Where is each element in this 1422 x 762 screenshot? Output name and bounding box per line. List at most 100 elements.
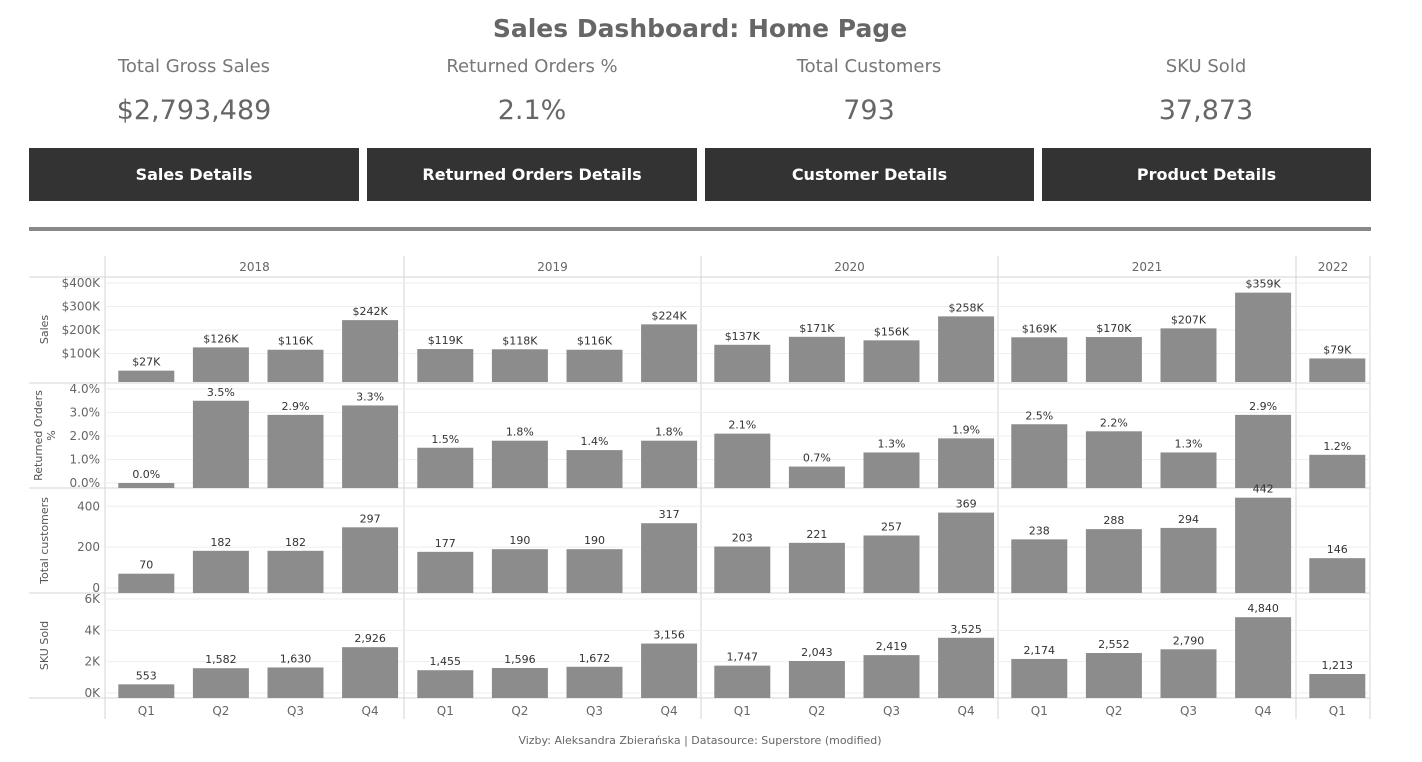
bar <box>1235 292 1292 382</box>
y-axis-title: SKU Sold <box>38 621 51 670</box>
bar <box>118 370 175 382</box>
data-label: 1,630 <box>280 652 312 665</box>
bar <box>641 324 698 382</box>
bar <box>267 349 324 382</box>
y-tick-label: 400 <box>77 499 100 513</box>
bar <box>641 643 698 698</box>
data-label: 1.4% <box>581 435 609 448</box>
data-label: 1.5% <box>431 433 459 446</box>
year-header-label: 2022 <box>1318 260 1349 274</box>
bar <box>714 665 771 698</box>
bar <box>1160 649 1217 698</box>
bar <box>1011 539 1068 593</box>
data-label: 2.5% <box>1025 409 1053 422</box>
bar <box>863 535 920 593</box>
data-label: $258K <box>948 301 984 314</box>
data-label: $359K <box>1245 278 1281 291</box>
bar <box>342 320 399 382</box>
year-header-label: 2021 <box>1132 260 1163 274</box>
x-tick-label: Q1 <box>437 704 454 718</box>
data-label: 553 <box>136 669 157 682</box>
data-label: 1.3% <box>1175 437 1203 450</box>
bar <box>1011 658 1068 698</box>
data-label: 1,582 <box>205 653 237 666</box>
data-label: 177 <box>435 537 456 550</box>
x-tick-label: Q1 <box>1329 704 1346 718</box>
bar <box>192 347 249 382</box>
data-label: 1.3% <box>878 437 906 450</box>
y-tick-label: 2.0% <box>70 429 101 443</box>
bar <box>863 655 920 698</box>
bar <box>566 549 623 593</box>
data-label: 2,043 <box>801 646 833 659</box>
bar <box>1309 358 1366 382</box>
data-label: 146 <box>1327 543 1348 556</box>
bar <box>1160 328 1217 382</box>
x-tick-label: Q3 <box>586 704 603 718</box>
data-label: 4,840 <box>1247 602 1279 615</box>
y-tick-label: 200 <box>77 540 100 554</box>
data-label: $207K <box>1171 313 1207 326</box>
data-label: $242K <box>352 305 388 318</box>
x-tick-label: Q2 <box>1105 704 1122 718</box>
data-label: 2.9% <box>282 400 310 413</box>
data-label: 1.2% <box>1323 440 1351 453</box>
x-tick-label: Q4 <box>362 704 379 718</box>
bar <box>1085 337 1142 382</box>
data-label: 3,156 <box>653 629 685 642</box>
data-label: 442 <box>1253 483 1274 496</box>
bar <box>267 550 324 593</box>
data-label: 182 <box>210 536 231 549</box>
x-tick-label: Q1 <box>138 704 155 718</box>
data-label: 1,672 <box>579 652 611 665</box>
data-label: 2,174 <box>1024 644 1056 657</box>
bar <box>342 405 399 488</box>
bar <box>566 450 623 488</box>
bar <box>1309 558 1366 593</box>
bar <box>714 344 771 382</box>
data-label: 70 <box>139 559 153 572</box>
bar <box>118 483 175 488</box>
year-header-label: 2019 <box>537 260 568 274</box>
bar <box>491 549 548 593</box>
bar <box>566 349 623 382</box>
bar <box>1011 337 1068 382</box>
data-label: 1,213 <box>1322 659 1354 672</box>
data-label: 1,747 <box>727 651 759 664</box>
bar <box>1160 452 1217 488</box>
data-label: 294 <box>1178 513 1199 526</box>
data-label: 2.2% <box>1100 416 1128 429</box>
y-tick-label: 1.0% <box>70 453 101 467</box>
data-label: 3.3% <box>356 390 384 403</box>
data-label: 257 <box>881 520 902 533</box>
bar <box>1309 673 1366 698</box>
data-label: $116K <box>278 335 314 348</box>
data-label: $137K <box>725 330 761 343</box>
x-tick-label: Q4 <box>661 704 678 718</box>
y-axis-title: Total customers <box>38 497 51 585</box>
bar <box>863 340 920 382</box>
x-tick-label: Q2 <box>212 704 229 718</box>
bar <box>566 666 623 698</box>
x-tick-label: Q3 <box>1180 704 1197 718</box>
bar <box>788 542 845 593</box>
bar <box>1085 653 1142 698</box>
data-label: $27K <box>132 356 161 369</box>
bar <box>417 349 474 382</box>
y-tick-label: 0K <box>84 686 101 700</box>
bar <box>863 452 920 488</box>
data-label: 2,926 <box>354 632 386 645</box>
bar <box>1309 454 1366 488</box>
bar <box>1235 617 1292 698</box>
bar <box>491 667 548 698</box>
data-label: 190 <box>509 534 530 547</box>
bar <box>192 668 249 698</box>
data-label: $156K <box>874 325 910 338</box>
data-label: 3,525 <box>950 623 982 636</box>
data-label: $116K <box>577 335 613 348</box>
bar <box>714 433 771 488</box>
data-label: 190 <box>584 534 605 547</box>
data-label: $79K <box>1323 343 1352 356</box>
y-tick-label: 3.0% <box>70 406 101 420</box>
y-tick-label: $400K <box>62 276 102 290</box>
